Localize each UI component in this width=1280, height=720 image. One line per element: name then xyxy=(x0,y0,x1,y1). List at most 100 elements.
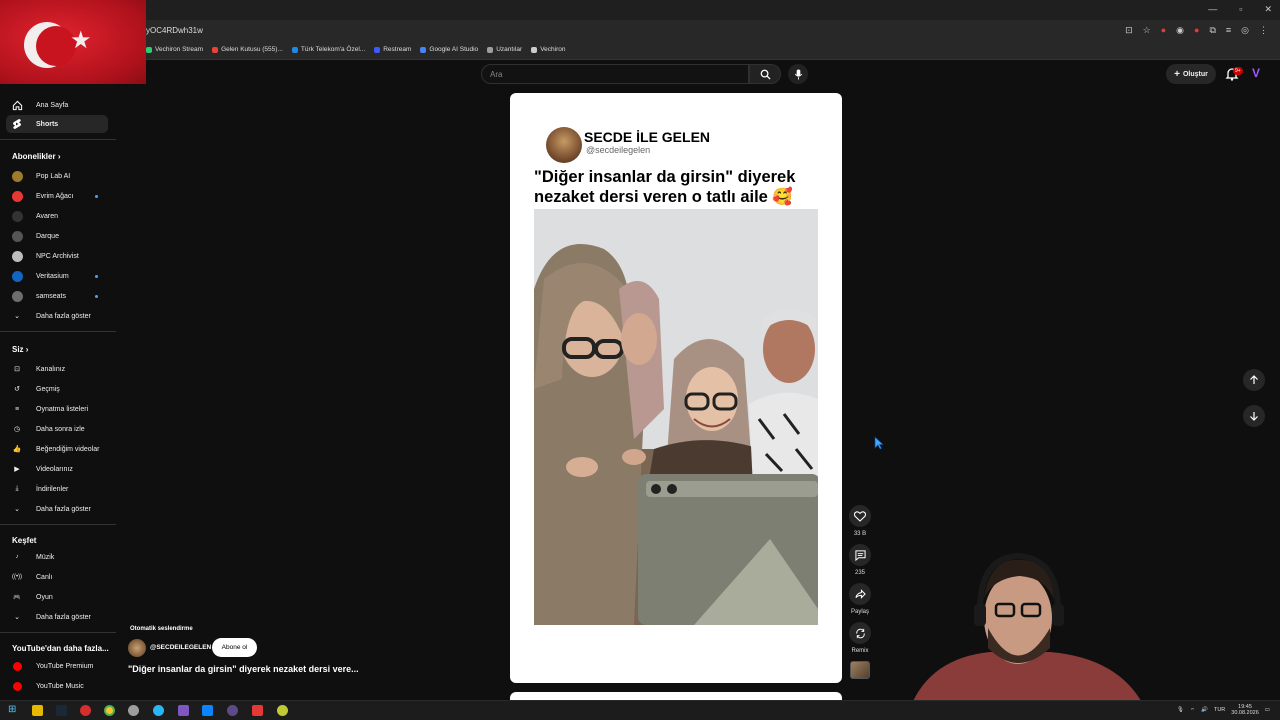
plus-icon: + xyxy=(1174,68,1180,80)
sidebar-item-label: YouTube Premium xyxy=(36,662,94,670)
channel-avatar[interactable] xyxy=(128,639,146,657)
bookmark-label: Uzantılar xyxy=(496,46,523,53)
sidebar-item-more[interactable]: YouTube Premium xyxy=(6,657,108,675)
chevron-right-icon: › xyxy=(57,152,61,161)
sidebar-item-explore[interactable]: ((•)) Canlı xyxy=(6,568,108,586)
media-icon[interactable]: ≡ xyxy=(1226,25,1231,36)
app-icon[interactable] xyxy=(178,705,189,716)
bookmark-item[interactable]: Uzantılar xyxy=(487,46,522,53)
sound-thumbnail[interactable] xyxy=(850,661,870,679)
sidebar-item-you[interactable]: ⊡ Kanalınız xyxy=(6,360,108,378)
chrome-icon[interactable] xyxy=(104,705,115,716)
comments-button[interactable] xyxy=(849,544,871,566)
like-button[interactable] xyxy=(849,505,871,527)
channel-avatar-image xyxy=(11,290,23,302)
sidebar-show-more-you[interactable]: ⌄ Daha fazla göster xyxy=(6,500,108,518)
microphone-tray-icon[interactable]: 🎙 xyxy=(1177,707,1184,713)
app-icon[interactable] xyxy=(128,705,139,716)
microphone-icon xyxy=(794,68,802,80)
sidebar-item-explore[interactable]: 🎮 Oyun xyxy=(6,588,108,606)
you-heading[interactable]: Siz › xyxy=(12,345,28,354)
history-icon: ↺ xyxy=(14,386,20,393)
sidebar-item-you[interactable]: ≡ Oynatma listeleri xyxy=(6,400,108,418)
notifications-icon[interactable]: ▭ xyxy=(1265,707,1270,713)
app-icon[interactable] xyxy=(252,705,263,716)
bookmark-item[interactable]: Türk Telekom'a Özel... xyxy=(291,46,365,53)
sidebar-item-label: samseats xyxy=(36,292,66,300)
sidebar-channel-item[interactable]: Darque xyxy=(6,227,108,245)
streamer-webcam-image xyxy=(900,548,1150,708)
chevron-down-icon: ⌄ xyxy=(14,614,20,621)
bookmark-item[interactable]: Restream xyxy=(374,46,411,53)
sidebar-item-you[interactable]: 👍 Beğendiğim videolar xyxy=(6,440,108,458)
sidebar-item-home[interactable]: Ana Sayfa xyxy=(6,96,108,114)
sidebar-channel-item[interactable]: Avaren xyxy=(6,207,108,225)
create-button[interactable]: + Oluştur xyxy=(1166,64,1216,84)
create-label: Oluştur xyxy=(1182,70,1208,78)
sidebar-show-more-subs[interactable]: ⌄ Daha fazla göster xyxy=(6,307,108,325)
channel-avatar-image xyxy=(11,210,23,222)
language-indicator[interactable]: TUR xyxy=(1214,707,1225,713)
search-input[interactable]: Ara xyxy=(481,64,749,84)
sidebar-item-explore[interactable]: ♪ Müzik xyxy=(6,548,108,566)
subscriptions-heading[interactable]: Abonelikler › xyxy=(12,152,60,161)
bookmark-favicon-icon xyxy=(212,46,219,53)
install-icon[interactable]: ⊡ xyxy=(1125,25,1133,36)
sidebar-item-you[interactable]: ↺ Geçmiş xyxy=(6,380,108,398)
voice-search-button[interactable] xyxy=(788,64,808,84)
puzzle-icon[interactable]: ⧉ xyxy=(1209,25,1215,36)
url-text[interactable]: yOC4RDwh31w xyxy=(146,26,203,35)
sidebar-show-more-explore[interactable]: ⌄ Daha fazla göster xyxy=(6,608,108,626)
maximize-icon[interactable]: ▫ xyxy=(1239,4,1242,15)
channel-name-link[interactable]: @SECDEILEGELEN xyxy=(150,644,211,651)
close-icon[interactable]: ✕ xyxy=(1264,4,1272,15)
home-icon xyxy=(11,99,23,111)
app-icon[interactable] xyxy=(153,705,164,716)
app-icon[interactable] xyxy=(277,705,288,716)
profile-icon[interactable]: ◎ xyxy=(1241,25,1249,36)
window-controls: — ▫ ✕ xyxy=(1208,4,1272,15)
bookmark-item[interactable]: Vechiron xyxy=(531,46,566,53)
menu-icon[interactable]: ⋮ xyxy=(1259,25,1268,36)
sidebar-item-more[interactable]: YouTube Music xyxy=(6,677,108,695)
sidebar-channel-item[interactable]: Evrim Ağacı xyxy=(6,187,108,205)
bookmark-item[interactable]: Vechiron Stream xyxy=(146,46,203,53)
app-icon[interactable] xyxy=(227,705,238,716)
bookmark-item[interactable]: Gelen Kutusu (555)... xyxy=(212,46,283,53)
address-bar[interactable]: yOC4RDwh31w ⊡ ☆ ● ◉ ● ⧉ ≡ ◎ ⋮ xyxy=(0,20,1280,42)
app-icon[interactable] xyxy=(80,705,91,716)
brand-logo xyxy=(12,661,22,671)
previous-short-button[interactable] xyxy=(1243,369,1265,391)
bookmark-star-icon[interactable]: ☆ xyxy=(1143,25,1151,36)
steam-icon[interactable] xyxy=(56,705,67,716)
bookmark-item[interactable]: Google AI Studio xyxy=(420,46,478,53)
file-explorer-icon[interactable] xyxy=(32,705,43,716)
extension-icon[interactable]: ◉ xyxy=(1176,25,1184,36)
sidebar-channel-item[interactable]: Pop Lab AI xyxy=(6,167,108,185)
search-button[interactable] xyxy=(749,64,781,84)
sidebar-channel-item[interactable]: samseats xyxy=(6,287,108,305)
account-avatar[interactable]: V xyxy=(1252,66,1266,80)
sidebar-item-you[interactable]: ◷ Daha sonra izle xyxy=(6,420,108,438)
minimize-icon[interactable]: — xyxy=(1208,4,1217,15)
volume-icon[interactable]: 🔊 xyxy=(1201,707,1208,713)
sidebar-item-you[interactable]: ⤓ İndirilenler xyxy=(6,480,108,498)
sidebar-channel-item[interactable]: NPC Archivist xyxy=(6,247,108,265)
clock[interactable]: 19:45 30.08.2026 xyxy=(1231,704,1259,716)
sidebar-item-label: Evrim Ağacı xyxy=(36,192,74,200)
next-short-button[interactable] xyxy=(1243,405,1265,427)
vscode-icon[interactable] xyxy=(202,705,213,716)
extension-icon[interactable]: ● xyxy=(1161,25,1166,36)
sidebar-item-you[interactable]: ▶ Videolarınız xyxy=(6,460,108,478)
windows-start-icon[interactable]: ⊞ xyxy=(8,704,19,715)
extension-icon[interactable]: ● xyxy=(1194,25,1199,36)
shorts-video-player[interactable]: SECDE İLE GELEN @secdeilegelen "Diğer in… xyxy=(510,93,842,683)
sidebar-item-label: Oyun xyxy=(36,593,53,601)
sidebar-item-shorts[interactable]: Shorts xyxy=(6,115,108,133)
sidebar-channel-item[interactable]: Veritasium xyxy=(6,267,108,285)
channel-avatar-icon xyxy=(11,290,23,302)
network-icon[interactable]: ⌔ xyxy=(1190,707,1195,714)
remix-button[interactable] xyxy=(849,622,871,644)
share-button[interactable] xyxy=(849,583,871,605)
subscribe-button[interactable]: Abone ol xyxy=(212,638,257,657)
